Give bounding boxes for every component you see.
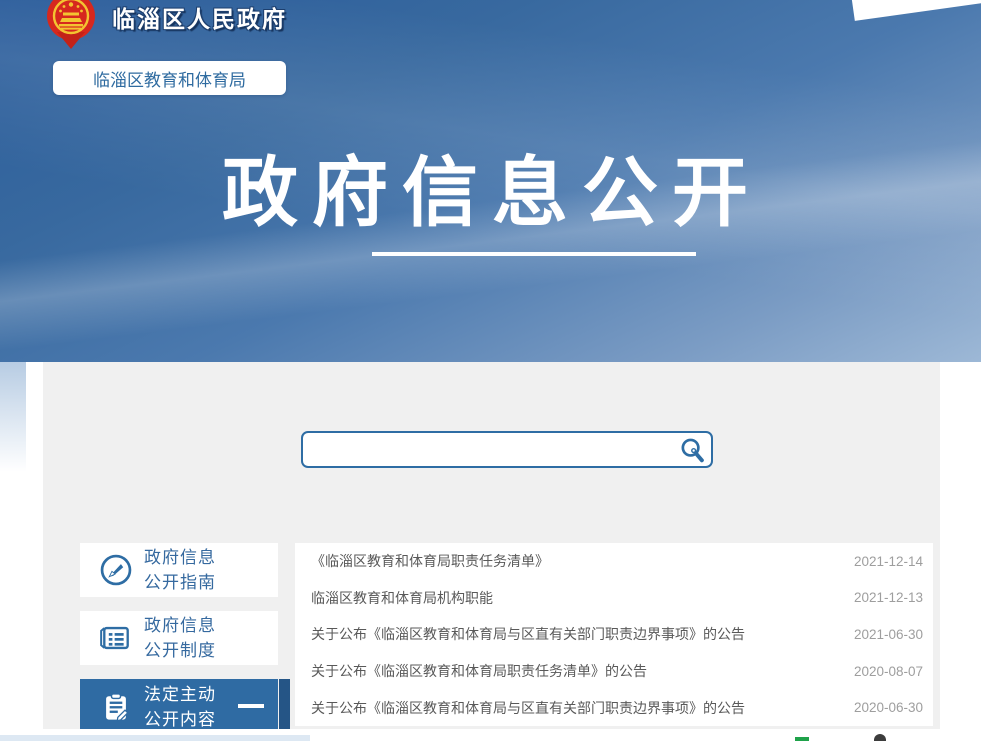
article-date: 2021-06-30 (854, 627, 923, 642)
article-row: 关于公布《临淄区教育和体育局与区直有关部门职责边界事项》的公告 2021-06-… (295, 616, 933, 653)
article-row: 关于公布《临淄区教育和体育局与区直有关部门职责边界事项》的公告 2020-06-… (295, 689, 933, 726)
sidebar-item-label: 政府信息 公开制度 (144, 613, 216, 663)
banner-corner-decoration (849, 0, 981, 21)
sidebar-item-label: 法定主动 公开内容 (144, 682, 216, 732)
page-title: 政府信息公开 (222, 152, 762, 236)
article-date: 2021-12-13 (854, 590, 923, 605)
banner-fade-decoration (0, 362, 26, 472)
sidebar-item-label: 政府信息 公开指南 (144, 545, 216, 595)
page-title-underline (372, 252, 696, 256)
search-bar (301, 431, 713, 468)
page: 临淄区人民政府 临淄区教育和体育局 政府信息公开 政府信息 (0, 0, 981, 741)
article-date: 2021-12-14 (854, 554, 923, 569)
compass-icon (97, 551, 135, 589)
search-button[interactable] (671, 433, 711, 466)
article-row: 《临淄区教育和体育局职责任务清单》 2021-12-14 (295, 543, 933, 580)
search-magnifier-icon (678, 436, 705, 463)
article-list: 《临淄区教育和体育局职责任务清单》 2021-12-14 临淄区教育和体育局机构… (295, 543, 933, 726)
footer-tint-decoration (0, 735, 310, 741)
site-title: 临淄区人民政府 (112, 0, 287, 34)
document-list-icon (97, 619, 135, 657)
article-date: 2020-08-07 (854, 664, 923, 679)
department-button-label: 临淄区教育和体育局 (93, 66, 246, 91)
article-link[interactable]: 关于公布《临淄区教育和体育局职责任务清单》的公告 (311, 661, 836, 681)
sidebar-item-gov-info-guide[interactable]: 政府信息 公开指南 (80, 543, 278, 597)
footer-badge-icon (795, 737, 809, 741)
sidebar-item-gov-info-system[interactable]: 政府信息 公开制度 (80, 611, 278, 665)
article-link[interactable]: 关于公布《临淄区教育和体育局与区直有关部门职责边界事项》的公告 (311, 698, 836, 718)
sidebar-item-statutory-disclosure[interactable]: 法定主动 公开内容 (80, 679, 278, 735)
article-link[interactable]: 《临淄区教育和体育局职责任务清单》 (311, 551, 836, 571)
footer-emblem-icon (874, 734, 886, 741)
clipboard-pencil-icon (97, 688, 135, 726)
article-row: 临淄区教育和体育局机构职能 2021-12-13 (295, 580, 933, 617)
search-input[interactable] (303, 433, 671, 466)
article-date: 2020-06-30 (854, 700, 923, 715)
collapse-minus-icon[interactable] (238, 704, 264, 708)
article-row: 关于公布《临淄区教育和体育局职责任务清单》的公告 2020-08-07 (295, 653, 933, 690)
national-emblem-logo[interactable] (44, 0, 98, 49)
article-link[interactable]: 关于公布《临淄区教育和体育局与区直有关部门职责边界事项》的公告 (311, 624, 836, 644)
department-button[interactable]: 临淄区教育和体育局 (53, 61, 286, 95)
article-link[interactable]: 临淄区教育和体育局机构职能 (311, 588, 836, 608)
